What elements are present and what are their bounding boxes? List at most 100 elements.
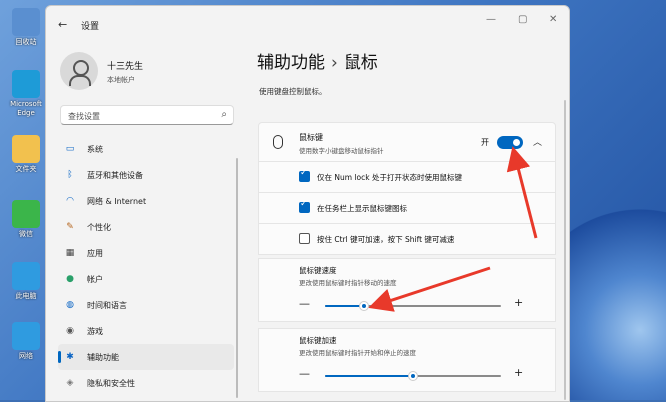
option-row[interactable]: 仅在 Num lock 处于打开状态时使用鼠标键: [258, 162, 556, 193]
settings-window: ← 设置 — ▢ ✕ 十三先生 本地帐户 查找设置 ⌕ ▭ 系统 ᛒ 蓝牙和其他设备 ◠…: [45, 5, 570, 402]
sidebar-nav: ▭ 系统 ᛒ 蓝牙和其他设备 ◠ 网络 & Internet ✎ 个性化 ▦ 应用 ● 帐户 ◍ 时间和语…: [58, 136, 234, 396]
desktop-icon-label: 文件夹: [15, 165, 37, 173]
slider-subtitle: 更改使用鼠标键时指针移动的速度: [299, 279, 397, 287]
option-checkbox[interactable]: [299, 233, 310, 244]
maximize-button[interactable]: ▢: [518, 14, 527, 25]
sidebar-item-label: 网络 & Internet: [87, 197, 147, 206]
sidebar-item-label: 蓝牙和其他设备: [87, 171, 143, 180]
breadcrumb: 辅助功能 › 鼠标: [257, 48, 378, 73]
page-title: 鼠标: [343, 53, 378, 73]
gamepad-icon: ◉: [66, 326, 74, 336]
desktop-icon-label: Microsoft Edge: [10, 100, 42, 117]
search-input[interactable]: 查找设置 ⌕: [60, 105, 234, 125]
desktop-icon-image: [12, 322, 40, 350]
desktop-icon-image: [12, 135, 40, 163]
sidebar-item-label: 系统: [87, 145, 103, 154]
sidebar-item[interactable]: ◠ 网络 & Internet: [58, 188, 234, 214]
breadcrumb-parent[interactable]: 辅助功能: [257, 53, 325, 73]
sidebar-item[interactable]: ● 帐户: [58, 266, 234, 292]
search-icon[interactable]: ⌕: [221, 109, 227, 120]
sidebar-item-label: 隐私和安全性: [87, 379, 135, 388]
sidebar-scrollbar[interactable]: [236, 158, 238, 398]
shield-icon: ◈: [66, 378, 74, 388]
slider-track[interactable]: [325, 371, 501, 381]
slider-track[interactable]: [325, 301, 501, 311]
desktop-icon-image: [12, 70, 40, 98]
option-row[interactable]: 在任务栏上显示鼠标键图标: [258, 193, 556, 224]
slider-subtitle: 更改使用鼠标键时指针开始和停止的速度: [299, 349, 416, 357]
profile-subtitle: 本地帐户: [107, 76, 135, 84]
plus-icon: +: [514, 296, 524, 309]
desktop-icon-image: [12, 262, 40, 290]
sidebar-item[interactable]: ▭ 系统: [58, 136, 234, 162]
sidebar-item[interactable]: ◍ 时间和语言: [58, 292, 234, 318]
sidebar-item[interactable]: ✎ 个性化: [58, 214, 234, 240]
sidebar-item-label: 应用: [87, 249, 103, 258]
sidebar-item[interactable]: ᛒ 蓝牙和其他设备: [58, 162, 234, 188]
sidebar-item[interactable]: ▦ 应用: [58, 240, 234, 266]
bluetooth-icon: ᛒ: [67, 170, 73, 180]
sidebar-item-label: 游戏: [87, 327, 103, 336]
close-button[interactable]: ✕: [549, 14, 557, 25]
apps-icon: ▦: [65, 248, 75, 258]
minimize-button[interactable]: —: [486, 14, 496, 25]
accessibility-icon: ✱: [66, 352, 74, 362]
desktop-icon[interactable]: Microsoft Edge: [4, 70, 48, 118]
desktop-icon[interactable]: 网络: [4, 322, 48, 361]
desktop-icon-image: [12, 200, 40, 228]
brush-icon: ✎: [66, 222, 74, 232]
desktop-icon-label: 回收站: [15, 38, 37, 46]
mouse-keys-toggle[interactable]: [497, 136, 523, 149]
content-scrollbar[interactable]: [564, 100, 566, 400]
slider-setting: 鼠标键加速 更改使用鼠标键时指针开始和停止的速度 — +: [258, 328, 556, 392]
desktop-icon-image: [12, 8, 40, 36]
avatar: [60, 52, 98, 90]
page-description: 使用键盘控制鼠标。: [259, 87, 327, 96]
desktop-icon[interactable]: 此电脑: [4, 262, 48, 301]
slider-title: 鼠标键速度: [299, 266, 337, 275]
desktop-icon-label: 微信: [19, 230, 33, 238]
sidebar-item-label: 辅助功能: [87, 353, 119, 362]
monitor-icon: ▭: [65, 144, 75, 154]
mouse-keys-subtitle: 使用数字小键盘移动鼠标指针: [299, 147, 384, 155]
option-label: 仅在 Num lock 处于打开状态时使用鼠标键: [317, 173, 462, 182]
desktop-icon-label: 此电脑: [15, 292, 37, 300]
option-checkbox[interactable]: [299, 199, 310, 213]
slider-thumb[interactable]: [408, 371, 418, 381]
globe-clock-icon: ◍: [66, 300, 74, 310]
mouse-icon: [273, 135, 283, 149]
window-title: 设置: [81, 22, 100, 32]
desktop-icon[interactable]: 回收站: [4, 8, 48, 47]
toggle-state-label: 开: [481, 138, 489, 147]
user-profile[interactable]: 十三先生 本地帐户: [60, 52, 143, 90]
person-icon: ●: [66, 274, 74, 284]
sidebar: 十三先生 本地帐户 查找设置 ⌕ ▭ 系统 ᛒ 蓝牙和其他设备 ◠ 网络 & Intern…: [46, 40, 239, 401]
sidebar-item-label: 帐户: [87, 275, 103, 284]
chevron-up-icon[interactable]: ︿: [533, 135, 542, 148]
back-arrow-icon[interactable]: ←: [58, 18, 67, 31]
profile-name: 十三先生: [107, 62, 144, 72]
mouse-keys-title: 鼠标键: [299, 133, 323, 142]
slider-setting: 鼠标键速度更改使用鼠标键时指针移动的速度 — +: [258, 258, 556, 322]
desktop-icon[interactable]: 文件夹: [4, 135, 48, 174]
plus-icon: +: [514, 366, 524, 379]
sidebar-item[interactable]: ✱ 辅助功能: [58, 344, 234, 370]
slider-fill: [325, 305, 364, 307]
title-bar: ← 设置 — ▢ ✕: [46, 6, 569, 40]
breadcrumb-separator-icon: ›: [331, 53, 338, 73]
sidebar-item-label: 个性化: [87, 223, 111, 232]
mouse-keys-header[interactable]: 鼠标键 使用数字小键盘移动鼠标指针 开 ︿: [258, 122, 556, 162]
wifi-icon: ◠: [66, 196, 74, 206]
desktop-icon[interactable]: 微信: [4, 200, 48, 239]
slider-thumb[interactable]: [358, 301, 369, 311]
sidebar-item[interactable]: ◉ 游戏: [58, 318, 234, 344]
slider-title: 鼠标键加速: [299, 336, 337, 345]
desktop-icon-label: 网络: [19, 352, 33, 360]
sidebar-item-label: 时间和语言: [87, 301, 127, 310]
sidebar-item[interactable]: ◈ 隐私和安全性: [58, 370, 234, 396]
minus-icon: —: [299, 297, 310, 310]
option-row[interactable]: 按住 Ctrl 键可加速，按下 Shift 键可减速: [258, 224, 556, 255]
option-checkbox[interactable]: [299, 168, 310, 182]
search-placeholder: 查找设置: [68, 112, 100, 121]
option-label: 在任务栏上显示鼠标键图标: [317, 204, 407, 213]
